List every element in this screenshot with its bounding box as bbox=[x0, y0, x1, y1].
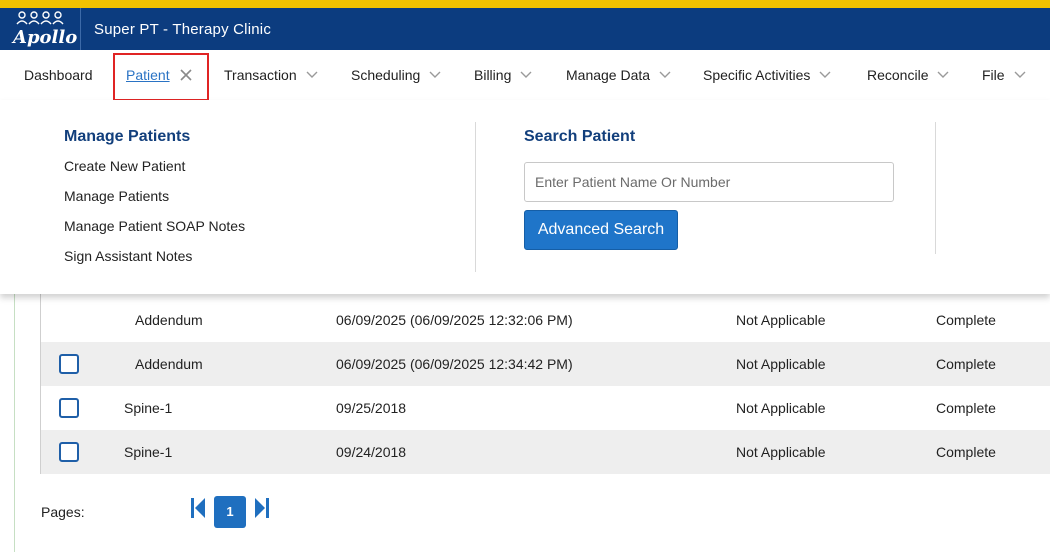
chevron-down-icon bbox=[1014, 71, 1026, 78]
last-page-icon[interactable] bbox=[254, 497, 270, 519]
nav-item-scheduling[interactable]: Scheduling bbox=[351, 50, 441, 100]
row-checkbox[interactable] bbox=[59, 398, 79, 418]
search-patient-title: Search Patient bbox=[524, 128, 636, 145]
note-applicability: Not Applicable bbox=[736, 400, 826, 416]
column-divider bbox=[935, 122, 936, 254]
app-title: Super PT - Therapy Clinic bbox=[94, 20, 272, 38]
table-row[interactable]: Addendum 06/09/2025 (06/09/2025 12:32:06… bbox=[41, 298, 1050, 342]
table-row[interactable]: Spine-1 09/25/2018 Not Applicable Comple… bbox=[41, 386, 1050, 430]
apollo-logo[interactable]: Apollo bbox=[0, 8, 80, 50]
advanced-search-button[interactable]: Advanced Search bbox=[524, 210, 678, 250]
note-date: 09/25/2018 bbox=[336, 400, 407, 416]
pages-label: Pages: bbox=[41, 504, 85, 520]
note-name: Spine-1 bbox=[124, 444, 173, 460]
nav-item-dashboard[interactable]: Dashboard bbox=[24, 50, 93, 100]
sign-assistant-notes-link[interactable]: Sign Assistant Notes bbox=[64, 248, 192, 264]
header-divider bbox=[80, 8, 81, 50]
note-name: Addendum bbox=[135, 356, 203, 372]
nav-item-file[interactable]: File bbox=[982, 50, 1026, 100]
table-row[interactable]: Spine-1 09/24/2018 Not Applicable Comple… bbox=[41, 430, 1050, 474]
nav-item-label: Transaction bbox=[224, 67, 297, 83]
nav-item-manage-data[interactable]: Manage Data bbox=[566, 50, 671, 100]
note-applicability: Not Applicable bbox=[736, 444, 826, 460]
note-name: Addendum bbox=[135, 312, 203, 328]
nav-item-label: Reconcile bbox=[867, 67, 929, 83]
patient-mega-menu: Manage Patients Create New Patient Manag… bbox=[0, 100, 1050, 294]
nav-item-billing[interactable]: Billing bbox=[474, 50, 532, 100]
note-status: Complete bbox=[936, 400, 996, 416]
manage-soap-notes-link[interactable]: Manage Patient SOAP Notes bbox=[64, 218, 245, 234]
note-applicability: Not Applicable bbox=[736, 356, 826, 372]
note-status: Complete bbox=[936, 312, 996, 328]
chevron-down-icon bbox=[937, 71, 949, 78]
nav-item-label: Manage Data bbox=[566, 67, 651, 83]
chevron-down-icon bbox=[306, 71, 318, 78]
create-new-patient-link[interactable]: Create New Patient bbox=[64, 158, 185, 174]
nav-item-label: Specific Activities bbox=[703, 67, 811, 83]
page-number-button[interactable]: 1 bbox=[214, 496, 246, 528]
nav-item-reconcile[interactable]: Reconcile bbox=[867, 50, 949, 100]
logo-text: Apollo bbox=[13, 27, 78, 48]
left-rail bbox=[14, 294, 15, 552]
patient-search-input[interactable] bbox=[524, 162, 894, 202]
manage-patients-title: Manage Patients bbox=[64, 128, 191, 145]
note-applicability: Not Applicable bbox=[736, 312, 826, 328]
nav-item-label: Scheduling bbox=[351, 67, 421, 83]
notes-content: Addendum 06/09/2025 (06/09/2025 12:32:06… bbox=[0, 294, 1050, 552]
note-status: Complete bbox=[936, 444, 996, 460]
note-date: 09/24/2018 bbox=[336, 444, 407, 460]
note-name: Spine-1 bbox=[124, 400, 173, 416]
app-header: Apollo Super PT - Therapy Clinic bbox=[0, 8, 1050, 50]
nav-item-specific-activities[interactable]: Specific Activities bbox=[703, 50, 831, 100]
manage-patients-link[interactable]: Manage Patients bbox=[64, 188, 169, 204]
chevron-down-icon bbox=[659, 71, 671, 78]
note-date: 06/09/2025 (06/09/2025 12:34:42 PM) bbox=[336, 356, 573, 372]
column-divider bbox=[475, 122, 476, 272]
nav-item-transaction[interactable]: Transaction bbox=[224, 50, 318, 100]
first-page-icon[interactable] bbox=[190, 497, 206, 519]
chevron-down-icon bbox=[819, 71, 831, 78]
chevron-down-icon bbox=[520, 71, 532, 78]
nav-item-label: Billing bbox=[474, 67, 512, 83]
nav-item-label: File bbox=[982, 67, 1005, 83]
chevron-down-icon bbox=[429, 71, 441, 78]
row-checkbox[interactable] bbox=[59, 354, 79, 374]
patient-highlight-box bbox=[113, 53, 209, 101]
note-status: Complete bbox=[936, 356, 996, 372]
top-accent-stripe bbox=[0, 0, 1050, 8]
nav-item-label: Dashboard bbox=[24, 67, 93, 83]
note-date: 06/09/2025 (06/09/2025 12:32:06 PM) bbox=[336, 312, 573, 328]
table-row[interactable]: Addendum 06/09/2025 (06/09/2025 12:34:42… bbox=[41, 342, 1050, 386]
row-checkbox[interactable] bbox=[59, 442, 79, 462]
